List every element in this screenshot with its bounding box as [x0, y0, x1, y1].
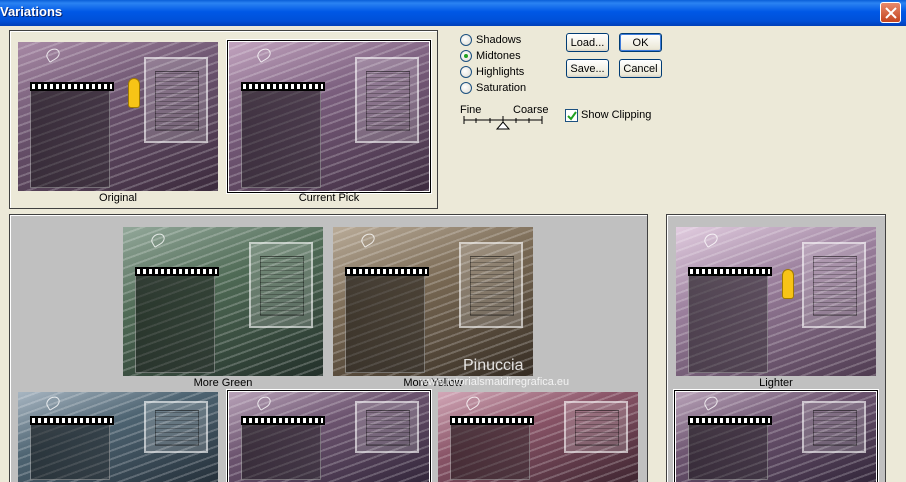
fine-coarse-slider[interactable] [462, 114, 546, 132]
show-clipping-label[interactable]: Show Clipping [581, 109, 651, 121]
close-button[interactable] [880, 2, 901, 23]
load-button[interactable]: Load... [566, 33, 609, 52]
original-label: Original [99, 192, 137, 204]
radio-circle[interactable] [460, 65, 472, 78]
radio-label: Shadows [476, 33, 522, 46]
radio-circle[interactable] [460, 33, 472, 46]
more-yellow-thumbnail[interactable]: Pinuccia [333, 227, 533, 376]
close-icon [885, 7, 897, 19]
save-button[interactable]: Save... [566, 59, 609, 78]
radio-label: Saturation [476, 81, 527, 94]
watermark-title: Pinuccia [463, 357, 524, 374]
pointer-hand-icon [782, 269, 794, 299]
current-pick-label: Current Pick [298, 192, 360, 204]
radio-shadows[interactable]: Shadows [460, 32, 521, 47]
title-bar: Variations [0, 0, 906, 26]
more-red-thumbnail[interactable] [438, 392, 638, 482]
more-cyan-thumbnail[interactable] [18, 392, 218, 482]
check-icon [567, 111, 577, 121]
radio-label: Highlights [476, 65, 525, 78]
current-pick-side-thumbnail[interactable] [674, 390, 878, 482]
radio-highlights[interactable]: Highlights [460, 64, 524, 79]
window-title: Variations [0, 4, 63, 19]
cancel-button[interactable]: Cancel [619, 59, 662, 78]
lighter-thumbnail[interactable] [676, 227, 876, 376]
show-clipping-checkbox[interactable] [565, 109, 578, 122]
original-thumbnail[interactable] [18, 42, 218, 191]
more-green-thumbnail[interactable] [123, 227, 323, 376]
lighter-label: Lighter [759, 377, 793, 389]
radio-saturation[interactable]: Saturation [460, 80, 526, 95]
radio-circle[interactable] [460, 49, 472, 62]
radio-label: Midtones [476, 49, 521, 62]
radio-circle[interactable] [460, 81, 472, 94]
current-pick-center-thumbnail[interactable] [227, 390, 431, 482]
ok-button[interactable]: OK [619, 33, 662, 52]
more-green-label: More Green [193, 377, 253, 389]
pointer-hand-icon [128, 78, 140, 108]
radio-midtones[interactable]: Midtones [460, 48, 521, 63]
current-pick-thumbnail[interactable] [227, 40, 431, 193]
watermark-url: www.tutorialsmaidiregrafica.eu [420, 376, 570, 388]
slider-thumb [495, 121, 511, 130]
